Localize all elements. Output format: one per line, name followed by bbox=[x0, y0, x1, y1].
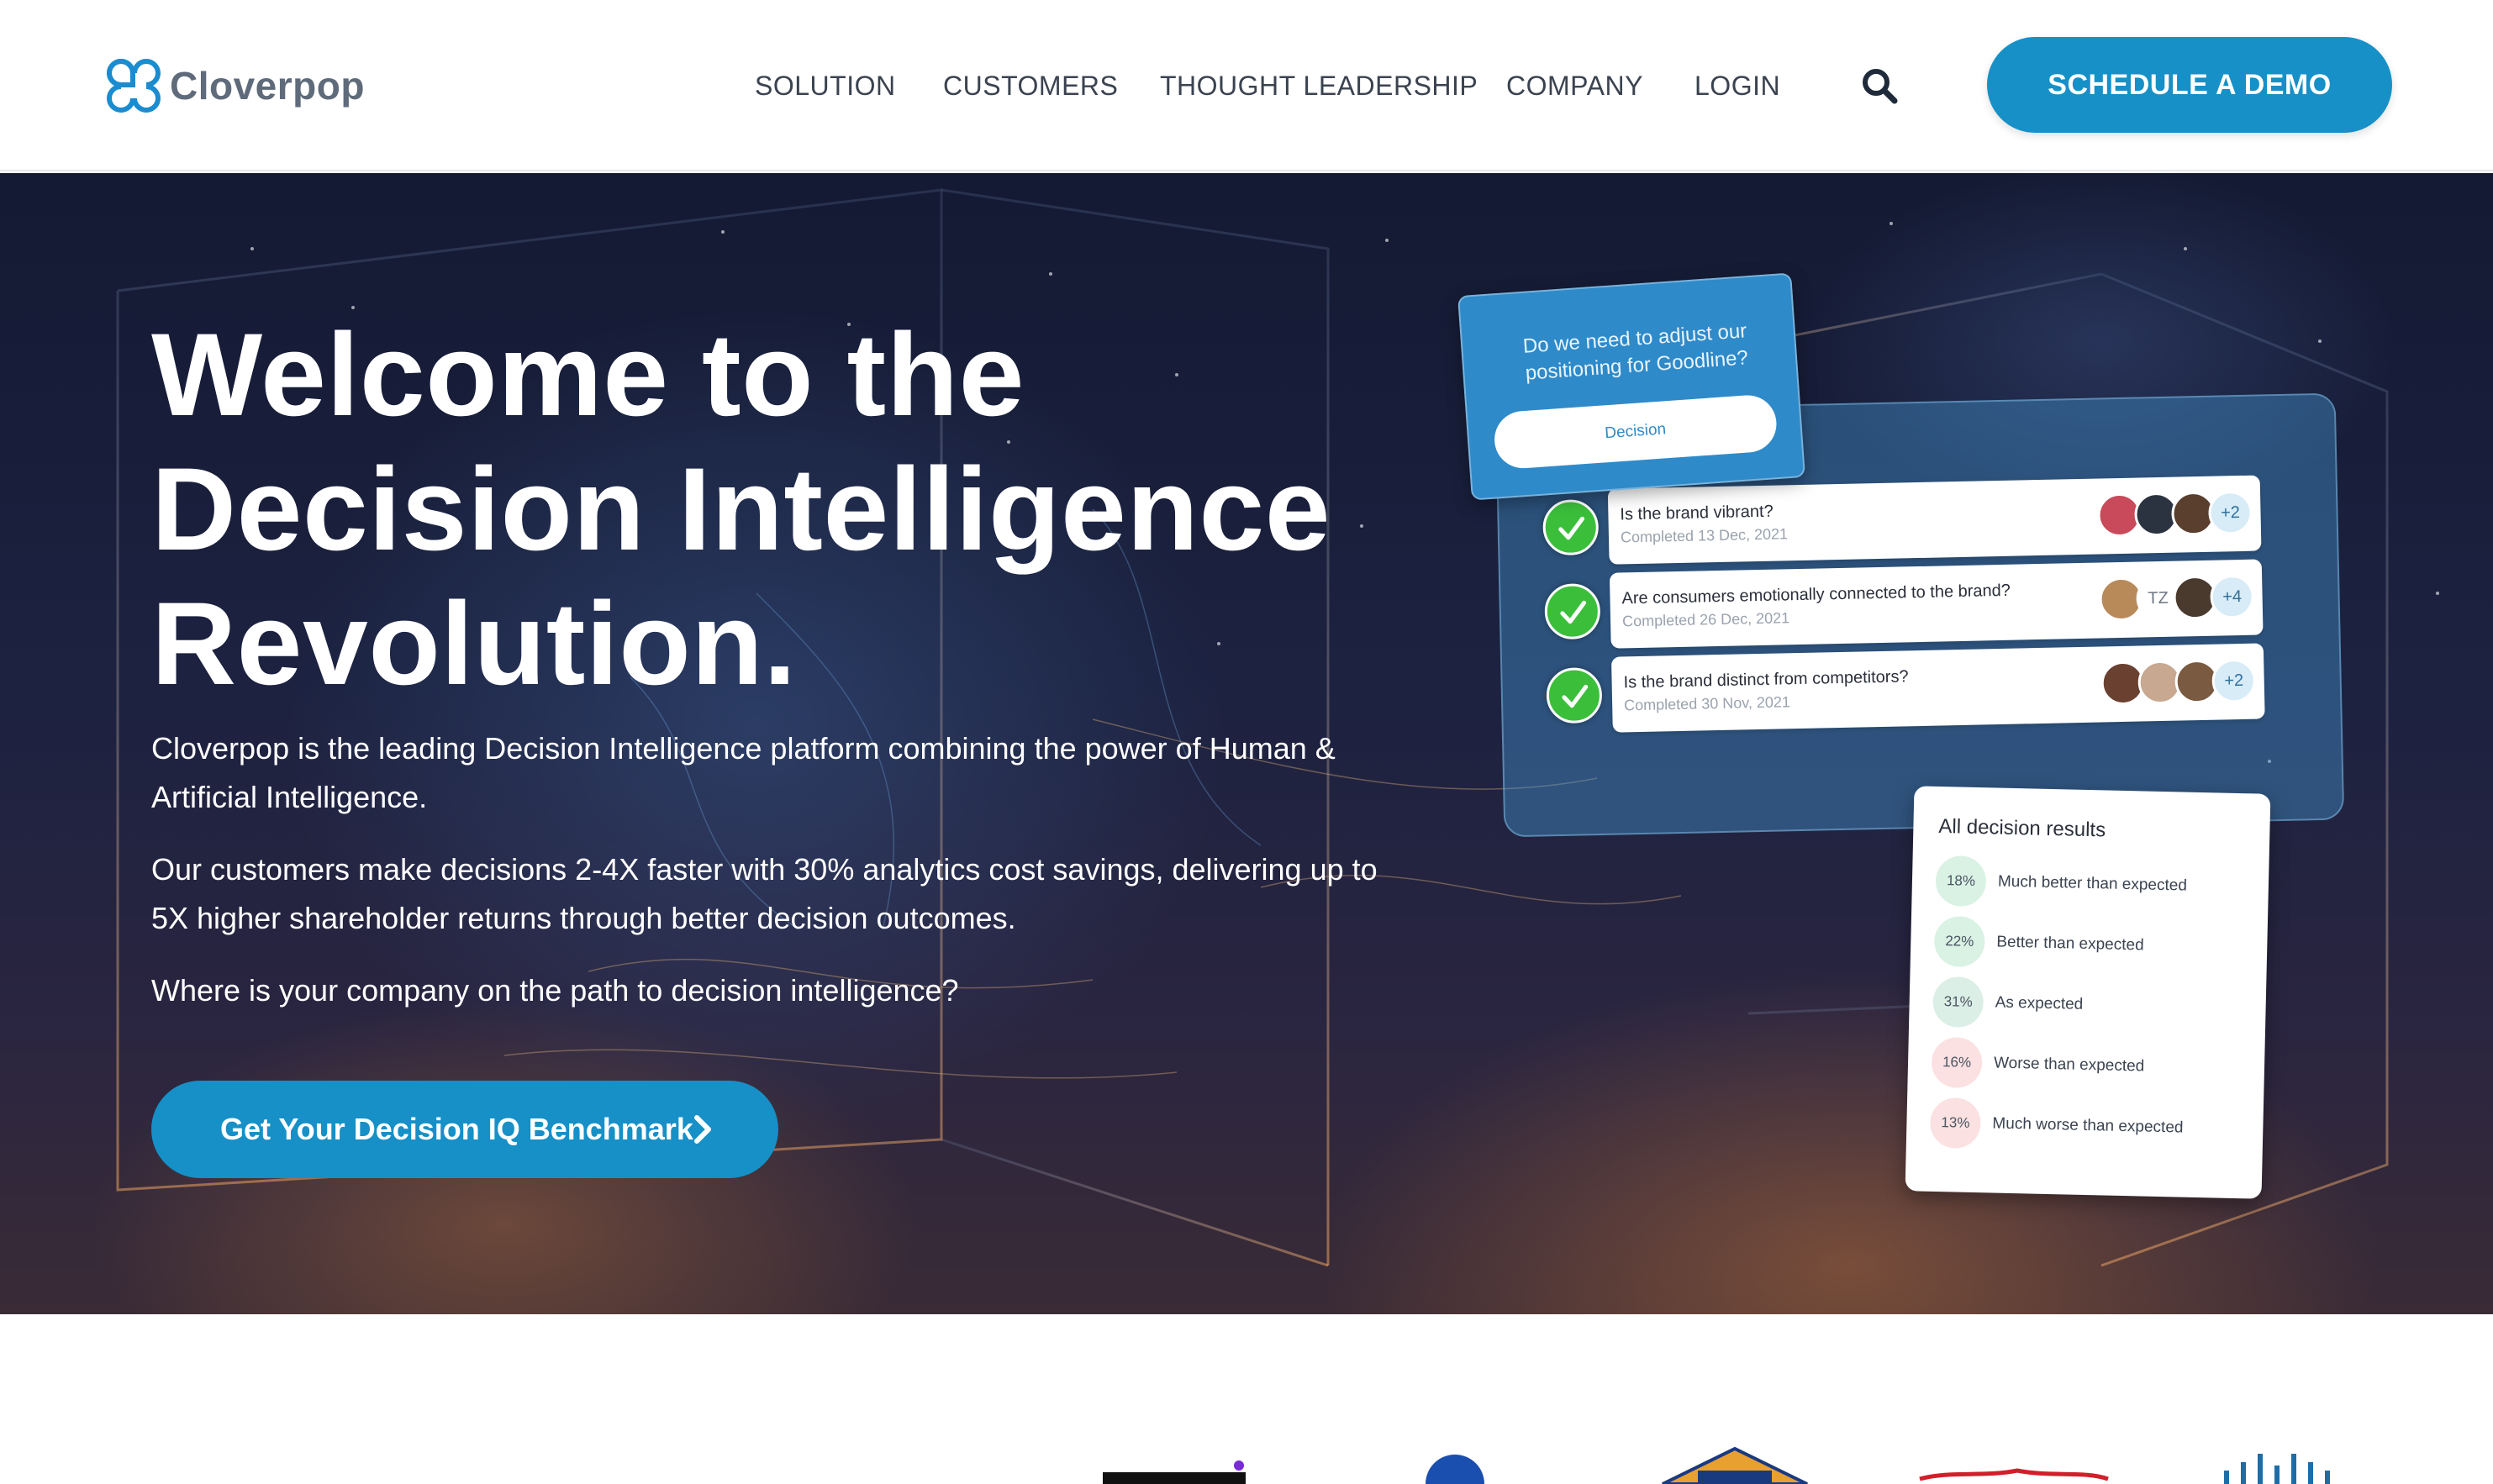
cta-label: Get Your Decision IQ Benchmark bbox=[220, 1112, 693, 1146]
pg-logo bbox=[1426, 1455, 1484, 1484]
result-label: Worse than expected bbox=[1993, 1054, 2145, 1076]
result-label: Better than expected bbox=[1996, 933, 2144, 955]
decision-results-card: All decision results 18% Much better tha… bbox=[1905, 786, 2271, 1199]
nav-thought-leadership[interactable]: THOUGHT LEADERSHIP bbox=[1160, 67, 1478, 104]
decision-completed: Completed 13 Dec, 2021 bbox=[1620, 525, 1789, 546]
hero-title: Welcome to the Decision Intelligence Rev… bbox=[151, 308, 1496, 711]
result-label: Much worse than expected bbox=[1992, 1114, 2184, 1137]
nav-login[interactable]: LOGIN bbox=[1695, 67, 1780, 104]
result-item: 22% Better than expected bbox=[1933, 915, 2145, 971]
sanofi-logo bbox=[1103, 1460, 1246, 1484]
question-text: Do we need to adjust our positioning for… bbox=[1522, 319, 1749, 385]
nav-customers[interactable]: CUSTOMERS bbox=[943, 67, 1118, 104]
more-avatars-badge: +4 bbox=[2210, 574, 2255, 619]
more-avatars-badge: +2 bbox=[2207, 490, 2253, 535]
result-item: 18% Much better than expected bbox=[1935, 855, 2187, 912]
decision-completed: Completed 26 Dec, 2021 bbox=[1621, 609, 1790, 630]
question-card: Do we need to adjust our positioning for… bbox=[1457, 272, 1806, 501]
check-icon bbox=[1546, 666, 1603, 724]
hero-title-line-3: Revolution. bbox=[151, 577, 797, 709]
decision-title: Is the brand vibrant? bbox=[1620, 502, 1774, 524]
nav-company[interactable]: COMPANY bbox=[1506, 67, 1643, 104]
nav-solution[interactable]: SOLUTION bbox=[755, 67, 896, 104]
result-percent: 16% bbox=[1931, 1036, 1983, 1089]
clover-logo-icon bbox=[107, 58, 161, 113]
result-percent: 18% bbox=[1935, 855, 1987, 908]
schedule-demo-button[interactable]: SCHEDULE A DEMO bbox=[1987, 37, 2392, 133]
avatar-group: +2 bbox=[2100, 657, 2257, 708]
avatar-group: TZ +4 bbox=[2099, 573, 2255, 624]
cisco-logo bbox=[2224, 1454, 2330, 1484]
result-label: Much better than expected bbox=[1997, 872, 2188, 895]
customer-logos bbox=[1103, 1446, 2330, 1484]
result-percent: 13% bbox=[1929, 1097, 1982, 1150]
decision-title: Is the brand distinct from competitors? bbox=[1623, 667, 1909, 692]
hero-paragraph-question: Where is your company on the path to dec… bbox=[151, 973, 959, 1008]
more-avatars-badge: +2 bbox=[2211, 658, 2257, 703]
hero-section: Welcome to the Decision Intelligence Rev… bbox=[0, 173, 2493, 1314]
hero-paragraph-stats: Our customers make decisions 2-4X faster… bbox=[151, 852, 1378, 935]
decision-row[interactable]: Is the brand distinct from competitors? … bbox=[1610, 643, 2265, 733]
result-item: 13% Much worse than expected bbox=[1929, 1097, 2184, 1154]
decision-row[interactable]: Are consumers emotionally connected to t… bbox=[1609, 559, 2264, 649]
site-header: Cloverpop SOLUTION CUSTOMERS THOUGHT LEA… bbox=[0, 0, 2493, 171]
decision-iq-benchmark-button[interactable]: Get Your Decision IQ Benchmark bbox=[151, 1081, 778, 1178]
result-percent: 31% bbox=[1932, 976, 1984, 1029]
search-icon[interactable] bbox=[1859, 66, 1900, 106]
result-item: 31% As expected bbox=[1932, 976, 2084, 1030]
result-item: 16% Worse than expected bbox=[1931, 1036, 2145, 1092]
hero-title-line-2: Decision Intelligence bbox=[151, 443, 1331, 575]
decision-button[interactable]: Decision bbox=[1492, 393, 1779, 471]
cloverpop-logo[interactable]: Cloverpop bbox=[104, 54, 365, 118]
check-icon bbox=[1542, 498, 1600, 556]
blue-diamond-logo bbox=[1662, 1446, 1808, 1484]
decision-title: Are consumers emotionally connected to t… bbox=[1621, 581, 2011, 608]
check-icon bbox=[1544, 582, 1601, 640]
decision-row[interactable]: Is the brand vibrant? Completed 13 Dec, … bbox=[1607, 475, 2262, 565]
results-title: All decision results bbox=[1938, 814, 2106, 842]
customer-logos-strip bbox=[0, 1314, 2493, 1484]
logo-text: Cloverpop bbox=[170, 64, 365, 108]
chevron-right-icon bbox=[694, 1115, 711, 1144]
hero-title-line-1: Welcome to the bbox=[151, 308, 1025, 440]
avatar-group: +2 bbox=[2097, 489, 2253, 539]
result-percent: 22% bbox=[1933, 915, 1986, 968]
hero-paragraph-intro: Cloverpop is the leading Decision Intell… bbox=[151, 731, 1336, 814]
result-label: As expected bbox=[1995, 993, 2084, 1013]
johnson-and-johnson-logo bbox=[1919, 1468, 2109, 1481]
decision-completed: Completed 30 Nov, 2021 bbox=[1623, 693, 1791, 714]
